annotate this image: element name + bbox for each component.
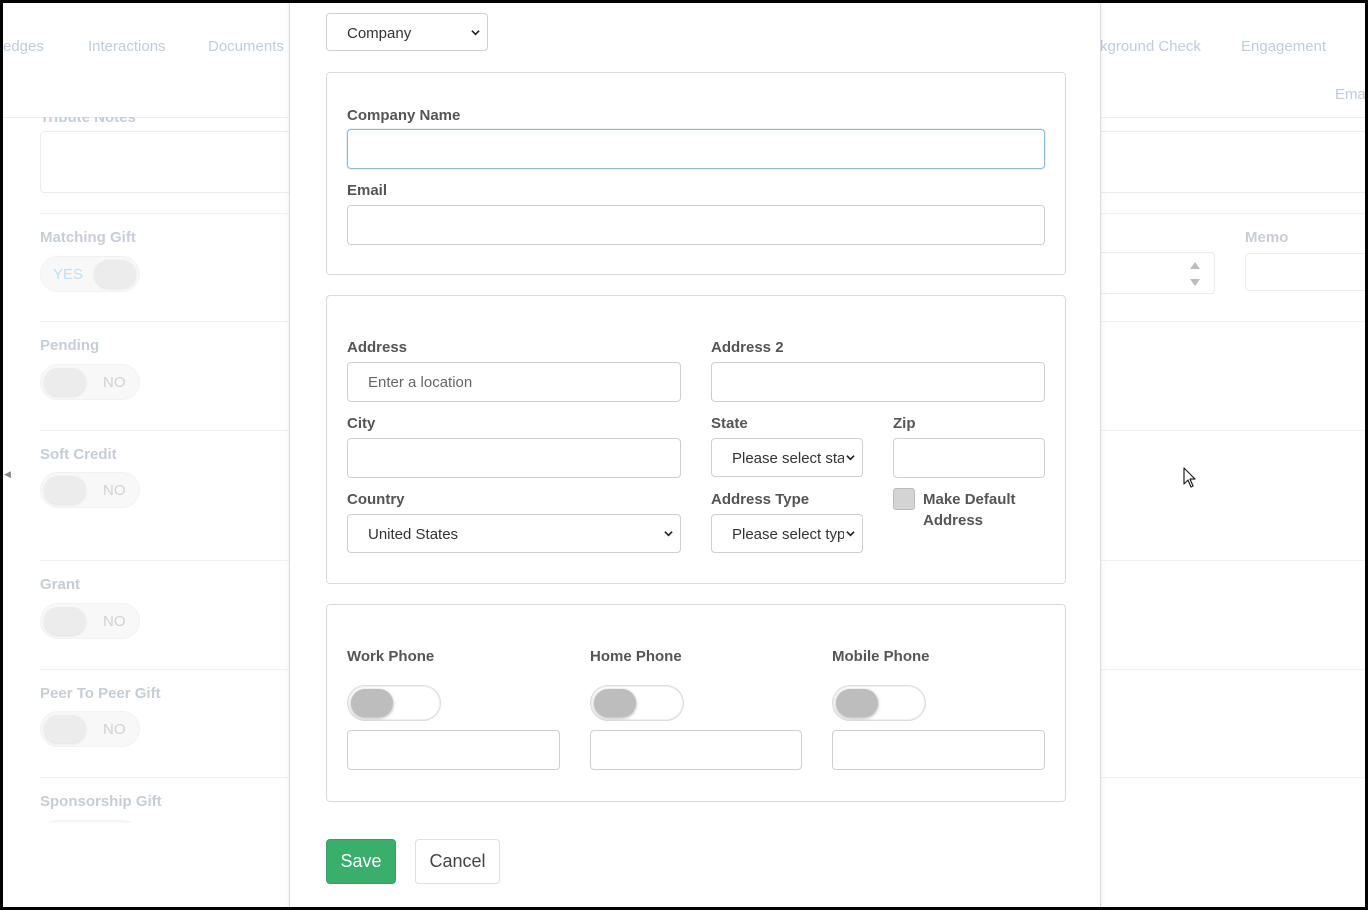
select-value: Please select state [732, 450, 844, 467]
app-window: edges Interactions Documents kground Che… [3, 3, 1365, 907]
toggle-knob [351, 689, 393, 717]
mobile-phone-label: Mobile Phone [832, 648, 930, 665]
save-button[interactable]: Save [326, 839, 396, 884]
address-input[interactable] [347, 362, 681, 402]
mobile-phone-input[interactable] [832, 730, 1045, 770]
home-phone-label: Home Phone [590, 648, 682, 665]
work-phone-input[interactable] [347, 730, 560, 770]
zip-input[interactable] [893, 438, 1045, 478]
company-name-label: Company Name [347, 107, 461, 124]
mouse-cursor-icon [1183, 467, 1196, 488]
chevron-down-icon [846, 455, 855, 461]
make-default-label-line2: Address [923, 512, 984, 529]
select-value: Please select type [732, 526, 844, 543]
collapse-arrow-icon[interactable]: ◀ [4, 469, 11, 480]
add-contact-modal: Company Company Name Email Address Addre… [289, 3, 1101, 907]
work-phone-toggle[interactable] [347, 685, 441, 721]
select-value: Company [347, 25, 412, 42]
company-panel: Company Name Email [326, 72, 1066, 275]
state-label: State [711, 415, 748, 432]
address-panel: Address Address 2 City State Please sele… [326, 295, 1066, 584]
cancel-button[interactable]: Cancel [415, 839, 500, 884]
phone-panel: Work Phone Home Phone Mobile Phone [326, 604, 1066, 802]
address-label: Address [347, 339, 408, 356]
toggle-knob [594, 689, 636, 717]
email-label: Email [347, 182, 388, 199]
mobile-phone-toggle[interactable] [832, 685, 926, 721]
select-value: United States [368, 526, 459, 543]
address-type-label: Address Type [711, 491, 810, 508]
address2-label: Address 2 [711, 339, 784, 356]
home-phone-input[interactable] [590, 730, 802, 770]
work-phone-label: Work Phone [347, 648, 435, 665]
chevron-down-icon [664, 531, 673, 537]
toggle-knob [836, 689, 878, 717]
country-select[interactable]: United States [347, 514, 681, 553]
email-input[interactable] [347, 205, 1045, 245]
address-type-select[interactable]: Please select type [711, 514, 863, 553]
chevron-down-icon [471, 30, 480, 36]
contact-type-select[interactable]: Company [326, 13, 488, 51]
make-default-label-line1: Make Default [923, 491, 1016, 508]
company-name-input[interactable] [347, 129, 1045, 169]
state-select[interactable]: Please select state [711, 438, 863, 477]
zip-label: Zip [893, 415, 916, 432]
home-phone-toggle[interactable] [590, 685, 684, 721]
make-default-address-checkbox[interactable] [893, 488, 915, 510]
country-label: Country [347, 491, 405, 508]
city-input[interactable] [347, 438, 681, 478]
city-label: City [347, 415, 376, 432]
address2-input[interactable] [711, 362, 1045, 402]
chevron-down-icon [846, 531, 855, 537]
